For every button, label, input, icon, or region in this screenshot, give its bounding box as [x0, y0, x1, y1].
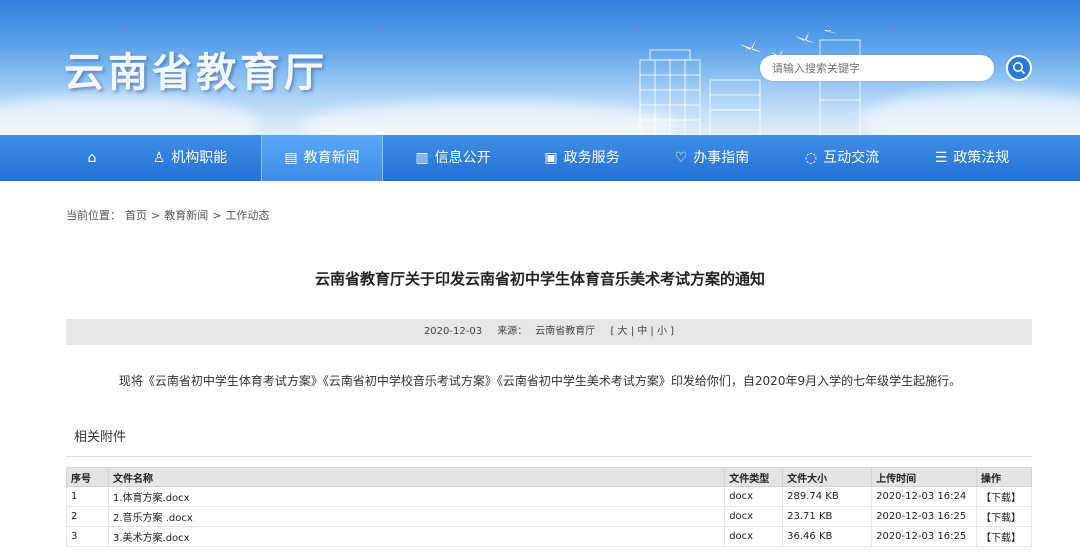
- policy-icon: ☰: [934, 150, 948, 166]
- nav-item-home[interactable]: ⌂: [70, 135, 120, 181]
- table-row: 1 1.体育方案.docx docx 289.74 KB 2020-12-03 …: [66, 486, 1032, 507]
- attachments-title: 相关附件: [74, 430, 127, 445]
- breadcrumb: 当前位置： 首页 > 教育新闻 > 工作动态: [66, 209, 270, 222]
- info-icon: ▥: [415, 150, 429, 166]
- nav-item-service[interactable]: ▣ 政务服务: [527, 135, 637, 181]
- nav-item-info[interactable]: ▥ 信息公开: [398, 135, 508, 181]
- nav-item-news[interactable]: ▤ 教育新闻: [261, 135, 383, 181]
- service-icon: ▣: [544, 150, 558, 166]
- home-icon: ⌂: [87, 150, 97, 166]
- search-box: [760, 55, 994, 81]
- nav-item-chat[interactable]: ◌ 互动交流: [787, 135, 897, 181]
- site-header: 云南省教育厅: [0, 0, 1080, 135]
- main-nav: ⌂ ♙ 机构职能 ▤ 教育新闻 ▥ 信息公开 ▣ 政务服务 ♡ 办事指南 ◌ 互动交流 ☰ 政…: [0, 135, 1080, 181]
- search-input[interactable]: [760, 55, 982, 81]
- file-name-link[interactable]: 2.音乐方案 .docx: [107, 506, 726, 527]
- file-name-link[interactable]: 1.体育方案.docx: [107, 486, 726, 507]
- source: 来源： 云南省教育厅: [497, 326, 596, 337]
- search-button[interactable]: [1006, 55, 1032, 81]
- news-icon: ▤: [284, 150, 298, 166]
- chat-icon: ◌: [804, 150, 818, 166]
- nav-item-org[interactable]: ♙ 机构职能: [135, 135, 245, 181]
- nav-item-guide[interactable]: ♡ 办事指南: [657, 135, 767, 181]
- site-title[interactable]: 云南省教育厅: [64, 40, 328, 98]
- city-skyline-illustration: [639, 30, 861, 135]
- divider: [66, 456, 1032, 457]
- table-row: 2 2.音乐方案 .docx docx 23.71 KB 2020-12-03 …: [66, 506, 1032, 527]
- table-header-row: 序号 文件名称 文件类型 文件大小 上传时间 操作: [66, 467, 1032, 487]
- publish-date: 2020-12-03: [423, 326, 483, 337]
- breadcrumb-home[interactable]: 首页: [125, 209, 147, 222]
- table-row: 3 3.美术方案.docx docx 36.46 KB 2020-12-03 1…: [66, 526, 1032, 547]
- org-icon: ♙: [152, 150, 166, 166]
- attachments-table: 序号 文件名称 文件类型 文件大小 上传时间 操作 1 1.体育方案.docx …: [66, 467, 1032, 547]
- cloud-decoration: [0, 95, 260, 135]
- article-title: 云南省教育厅关于印发云南省初中学生体育音乐美术考试方案的通知: [314, 270, 765, 288]
- nav-item-policy[interactable]: ☰ 政策法规: [917, 135, 1027, 181]
- font-size-controls[interactable]: [ 大 | 中 | 小 ]: [610, 326, 674, 337]
- article-meta-bar: 2020-12-03 来源： 云南省教育厅 [ 大 | 中 | 小 ]: [66, 319, 1032, 345]
- download-link[interactable]: 【下载】: [976, 486, 1032, 507]
- breadcrumb-work-news[interactable]: 工作动态: [225, 209, 269, 222]
- download-link[interactable]: 【下载】: [976, 506, 1032, 527]
- download-link[interactable]: 【下载】: [976, 526, 1032, 547]
- breadcrumb-news[interactable]: 教育新闻: [164, 209, 208, 222]
- guide-icon: ♡: [674, 150, 688, 166]
- file-name-link[interactable]: 3.美术方案.docx: [107, 526, 726, 547]
- article-body: 现将《云南省初中学生体育考试方案》《云南省初中学校音乐考试方案》《云南省初中学生…: [118, 374, 962, 388]
- search-icon: [1013, 62, 1026, 75]
